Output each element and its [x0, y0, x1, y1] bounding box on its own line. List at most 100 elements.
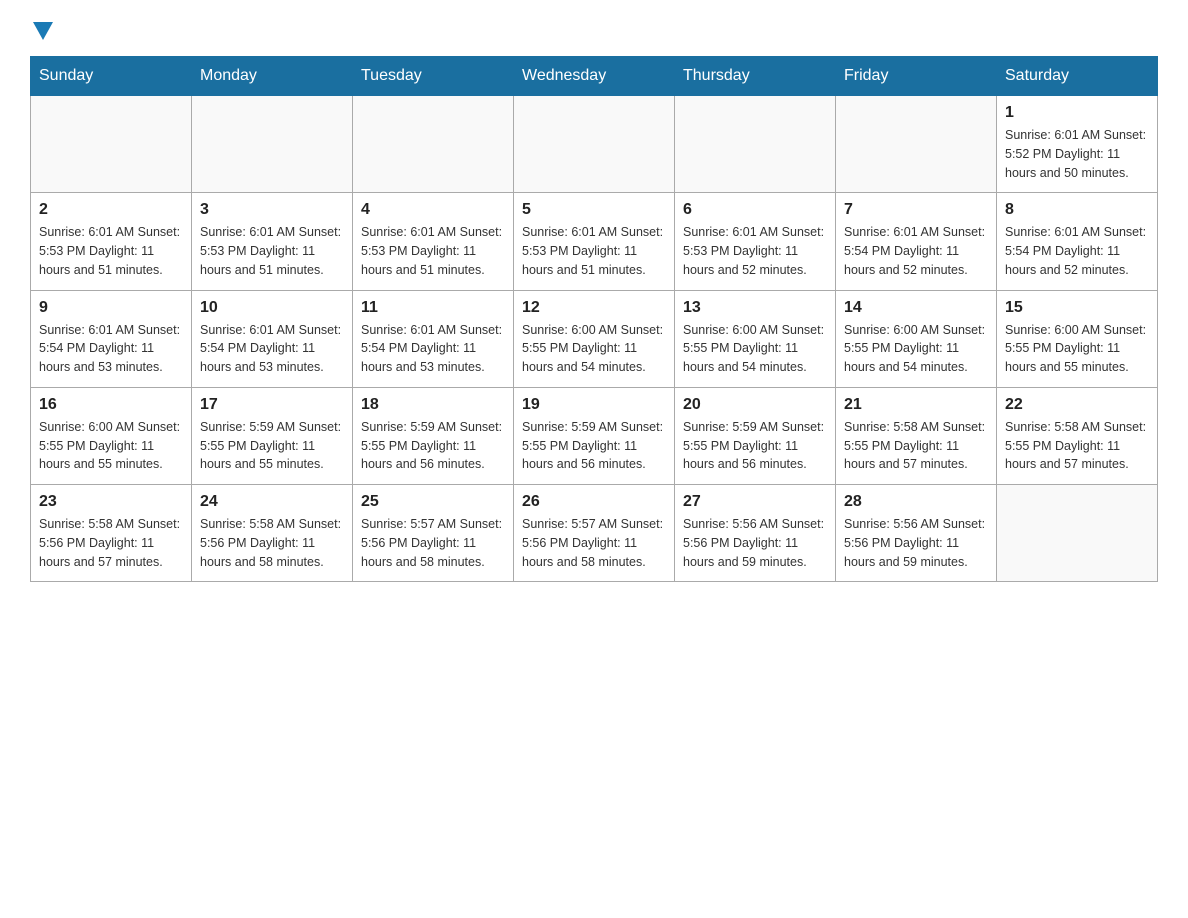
- calendar-cell: [31, 96, 192, 193]
- day-number: 14: [844, 299, 988, 317]
- day-number: 15: [1005, 299, 1149, 317]
- day-number: 17: [200, 396, 344, 414]
- day-info: Sunrise: 5:59 AM Sunset: 5:55 PM Dayligh…: [200, 418, 344, 474]
- day-header-friday: Friday: [836, 57, 997, 96]
- calendar-cell: 16Sunrise: 6:00 AM Sunset: 5:55 PM Dayli…: [31, 387, 192, 484]
- day-number: 20: [683, 396, 827, 414]
- day-number: 1: [1005, 104, 1149, 122]
- calendar-cell: 15 Sunrise: 6:00 AM Sunset: 5:55 PM Dayli…: [997, 290, 1158, 387]
- calendar-cell: [836, 96, 997, 193]
- calendar-cell: 17 Sunrise: 5:59 AM Sunset: 5:55 PM Dayli…: [192, 387, 353, 484]
- day-info: Sunrise: 6:01 AM Sunset: 5:52 PM Dayligh…: [1005, 126, 1149, 182]
- day-number: 9: [39, 299, 183, 317]
- day-header-sunday: Sunday: [31, 57, 192, 96]
- day-header-wednesday: Wednesday: [514, 57, 675, 96]
- calendar-cell: 2Sunrise: 6:01 AM Sunset: 5:53 PM Daylig…: [31, 193, 192, 290]
- day-number: 13: [683, 299, 827, 317]
- day-info: Sunrise: 6:01 AM Sunset: 5:54 PM Dayligh…: [200, 321, 344, 377]
- day-number: 24: [200, 493, 344, 511]
- day-info: Sunrise: 6:00 AM Sunset: 5:55 PM Dayligh…: [39, 418, 183, 474]
- calendar-cell: [675, 96, 836, 193]
- day-header-thursday: Thursday: [675, 57, 836, 96]
- day-number: 27: [683, 493, 827, 511]
- calendar-cell: 23 Sunrise: 5:58 AM Sunset: 5:56 PM Dayli…: [31, 485, 192, 582]
- calendar-week-row: 9 Sunrise: 6:01 AM Sunset: 5:54 PM Daylig…: [31, 290, 1158, 387]
- day-number: 28: [844, 493, 988, 511]
- day-info: Sunrise: 5:58 AM Sunset: 5:55 PM Dayligh…: [1005, 418, 1149, 474]
- day-info: Sunrise: 5:57 AM Sunset: 5:56 PM Dayligh…: [522, 515, 666, 571]
- calendar-cell: 5 Sunrise: 6:01 AM Sunset: 5:53 PM Daylig…: [514, 193, 675, 290]
- day-info: Sunrise: 6:00 AM Sunset: 5:55 PM Dayligh…: [1005, 321, 1149, 377]
- calendar-cell: 24 Sunrise: 5:58 AM Sunset: 5:56 PM Dayli…: [192, 485, 353, 582]
- day-number: 22: [1005, 396, 1149, 414]
- day-info: Sunrise: 5:57 AM Sunset: 5:56 PM Dayligh…: [361, 515, 505, 571]
- calendar-cell: 27 Sunrise: 5:56 AM Sunset: 5:56 PM Dayli…: [675, 485, 836, 582]
- day-number: 3: [200, 201, 344, 219]
- calendar-cell: 26 Sunrise: 5:57 AM Sunset: 5:56 PM Dayli…: [514, 485, 675, 582]
- calendar-week-row: 16Sunrise: 6:00 AM Sunset: 5:55 PM Dayli…: [31, 387, 1158, 484]
- day-number: 8: [1005, 201, 1149, 219]
- calendar-cell: [192, 96, 353, 193]
- day-info: Sunrise: 6:01 AM Sunset: 5:53 PM Dayligh…: [683, 223, 827, 279]
- calendar-cell: 28 Sunrise: 5:56 AM Sunset: 5:56 PM Dayli…: [836, 485, 997, 582]
- day-info: Sunrise: 6:00 AM Sunset: 5:55 PM Dayligh…: [683, 321, 827, 377]
- calendar-header-row: SundayMondayTuesdayWednesdayThursdayFrid…: [31, 57, 1158, 96]
- day-info: Sunrise: 5:59 AM Sunset: 5:55 PM Dayligh…: [361, 418, 505, 474]
- day-number: 23: [39, 493, 183, 511]
- page-header: [30, 20, 1158, 38]
- calendar-week-row: 23 Sunrise: 5:58 AM Sunset: 5:56 PM Dayli…: [31, 485, 1158, 582]
- calendar-cell: 8 Sunrise: 6:01 AM Sunset: 5:54 PM Daylig…: [997, 193, 1158, 290]
- calendar-cell: 19 Sunrise: 5:59 AM Sunset: 5:55 PM Dayli…: [514, 387, 675, 484]
- day-number: 4: [361, 201, 505, 219]
- day-number: 5: [522, 201, 666, 219]
- calendar-cell: 7 Sunrise: 6:01 AM Sunset: 5:54 PM Daylig…: [836, 193, 997, 290]
- calendar-week-row: 2Sunrise: 6:01 AM Sunset: 5:53 PM Daylig…: [31, 193, 1158, 290]
- calendar-cell: 11 Sunrise: 6:01 AM Sunset: 5:54 PM Dayli…: [353, 290, 514, 387]
- day-info: Sunrise: 6:01 AM Sunset: 5:53 PM Dayligh…: [200, 223, 344, 279]
- day-info: Sunrise: 6:01 AM Sunset: 5:54 PM Dayligh…: [844, 223, 988, 279]
- calendar-cell: 18 Sunrise: 5:59 AM Sunset: 5:55 PM Dayli…: [353, 387, 514, 484]
- calendar-cell: 12Sunrise: 6:00 AM Sunset: 5:55 PM Dayli…: [514, 290, 675, 387]
- day-number: 6: [683, 201, 827, 219]
- day-number: 10: [200, 299, 344, 317]
- day-info: Sunrise: 5:58 AM Sunset: 5:56 PM Dayligh…: [39, 515, 183, 571]
- calendar-cell: 14 Sunrise: 6:00 AM Sunset: 5:55 PM Dayli…: [836, 290, 997, 387]
- day-info: Sunrise: 5:58 AM Sunset: 5:56 PM Dayligh…: [200, 515, 344, 571]
- day-info: Sunrise: 5:59 AM Sunset: 5:55 PM Dayligh…: [683, 418, 827, 474]
- day-info: Sunrise: 5:59 AM Sunset: 5:55 PM Dayligh…: [522, 418, 666, 474]
- calendar-cell: 6 Sunrise: 6:01 AM Sunset: 5:53 PM Daylig…: [675, 193, 836, 290]
- day-info: Sunrise: 6:00 AM Sunset: 5:55 PM Dayligh…: [844, 321, 988, 377]
- day-number: 26: [522, 493, 666, 511]
- day-number: 12: [522, 299, 666, 317]
- calendar-week-row: 1 Sunrise: 6:01 AM Sunset: 5:52 PM Daylig…: [31, 96, 1158, 193]
- day-header-saturday: Saturday: [997, 57, 1158, 96]
- calendar-table: SundayMondayTuesdayWednesdayThursdayFrid…: [30, 56, 1158, 582]
- calendar-cell: 20 Sunrise: 5:59 AM Sunset: 5:55 PM Dayli…: [675, 387, 836, 484]
- day-number: 25: [361, 493, 505, 511]
- day-info: Sunrise: 5:58 AM Sunset: 5:55 PM Dayligh…: [844, 418, 988, 474]
- calendar-cell: [353, 96, 514, 193]
- day-number: 7: [844, 201, 988, 219]
- calendar-cell: 10 Sunrise: 6:01 AM Sunset: 5:54 PM Dayli…: [192, 290, 353, 387]
- day-info: Sunrise: 6:01 AM Sunset: 5:53 PM Dayligh…: [522, 223, 666, 279]
- day-header-tuesday: Tuesday: [353, 57, 514, 96]
- calendar-cell: 21Sunrise: 5:58 AM Sunset: 5:55 PM Dayli…: [836, 387, 997, 484]
- calendar-cell: [514, 96, 675, 193]
- day-info: Sunrise: 6:01 AM Sunset: 5:53 PM Dayligh…: [39, 223, 183, 279]
- day-number: 11: [361, 299, 505, 317]
- day-info: Sunrise: 6:01 AM Sunset: 5:54 PM Dayligh…: [361, 321, 505, 377]
- calendar-cell: 4Sunrise: 6:01 AM Sunset: 5:53 PM Daylig…: [353, 193, 514, 290]
- calendar-cell: 25 Sunrise: 5:57 AM Sunset: 5:56 PM Dayli…: [353, 485, 514, 582]
- day-info: Sunrise: 6:01 AM Sunset: 5:54 PM Dayligh…: [1005, 223, 1149, 279]
- day-info: Sunrise: 6:01 AM Sunset: 5:54 PM Dayligh…: [39, 321, 183, 377]
- calendar-cell: 9 Sunrise: 6:01 AM Sunset: 5:54 PM Daylig…: [31, 290, 192, 387]
- day-header-monday: Monday: [192, 57, 353, 96]
- day-number: 19: [522, 396, 666, 414]
- calendar-cell: 1 Sunrise: 6:01 AM Sunset: 5:52 PM Daylig…: [997, 96, 1158, 193]
- day-number: 18: [361, 396, 505, 414]
- day-info: Sunrise: 5:56 AM Sunset: 5:56 PM Dayligh…: [683, 515, 827, 571]
- calendar-cell: [997, 485, 1158, 582]
- logo-triangle-icon: [33, 22, 53, 40]
- day-info: Sunrise: 5:56 AM Sunset: 5:56 PM Dayligh…: [844, 515, 988, 571]
- calendar-cell: 13 Sunrise: 6:00 AM Sunset: 5:55 PM Dayli…: [675, 290, 836, 387]
